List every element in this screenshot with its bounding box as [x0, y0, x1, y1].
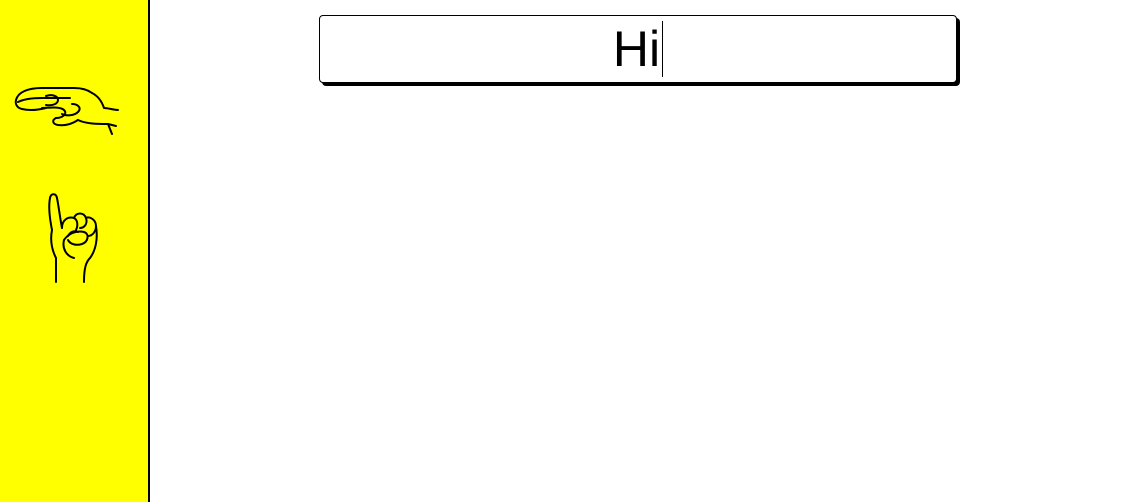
text-caret — [662, 21, 664, 77]
sign-letter-sidebar — [0, 0, 150, 502]
asl-letter-h-button[interactable] — [12, 78, 122, 136]
text-output-field[interactable]: Hi — [319, 15, 957, 83]
main-area: Hi — [152, 0, 1126, 502]
text-output-value: Hi — [612, 21, 661, 77]
asl-letter-h-hand-icon — [14, 87, 119, 135]
asl-letter-i-hand-icon — [48, 193, 98, 283]
app-window: Hi — [0, 0, 1126, 502]
asl-letter-i-button[interactable] — [38, 190, 104, 288]
